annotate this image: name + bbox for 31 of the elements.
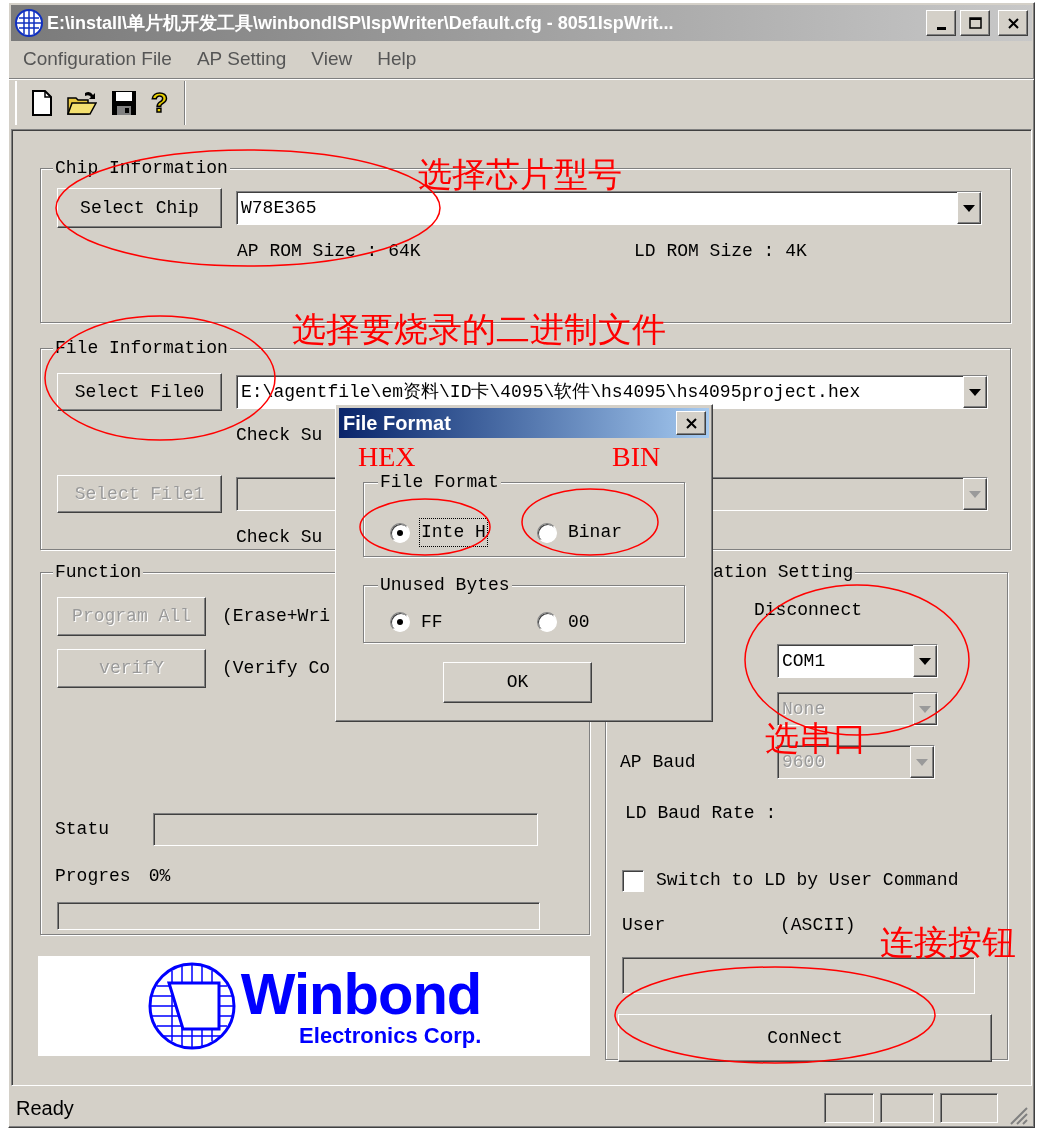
logo-wordmark: Winbond	[240, 965, 482, 1023]
radio-label: FF	[420, 610, 444, 634]
action-description: (Verify Co	[222, 657, 331, 680]
ascii-hint: (ASCII)	[780, 914, 856, 937]
annotation-text: 选择芯片型号	[418, 158, 622, 192]
rom-size-label: LD ROM Size : 4K	[634, 240, 807, 263]
progress-label: Progres	[55, 865, 131, 888]
group-title: Chip Information	[53, 157, 230, 179]
radio-label: 00	[567, 610, 591, 634]
ap-baud-label: AP Baud	[620, 750, 697, 774]
group-title: Unused Bytes	[378, 574, 512, 596]
ld-baud-rate-label: LD Baud Rate :	[625, 803, 777, 823]
user-command-label: User	[622, 914, 667, 937]
window-title: E:\install\单片机开发工具\winbondISP\IspWriter\Default.cfg - 8051IspWrit...	[47, 11, 675, 35]
check-sum-label: Check Su	[236, 425, 323, 445]
annotation-text: BIN	[612, 443, 661, 471]
progress-value: 0%	[148, 865, 171, 888]
radio-label: Inte H	[420, 519, 487, 546]
dialog-title: File Format	[343, 411, 452, 436]
radio-label: Binar	[567, 521, 623, 544]
status-label: Statu	[55, 818, 110, 841]
annotation-text: 连接按钮	[880, 926, 1016, 960]
rom-size-label: AP ROM Size : 64K	[237, 240, 422, 263]
logo-tagline: Electronics Corp.	[299, 1025, 482, 1047]
action-description: (Erase+Wri	[222, 605, 331, 628]
check-sum-label: Check Su	[236, 527, 323, 547]
group-title: ation Setting	[711, 561, 856, 583]
annotation-text: 选择要烧录的二进制文件	[292, 313, 666, 347]
checkbox-label: Switch to LD by User Command	[656, 869, 959, 892]
status-text: Ready	[15, 1096, 75, 1121]
annotation-text: HEX	[358, 443, 416, 471]
